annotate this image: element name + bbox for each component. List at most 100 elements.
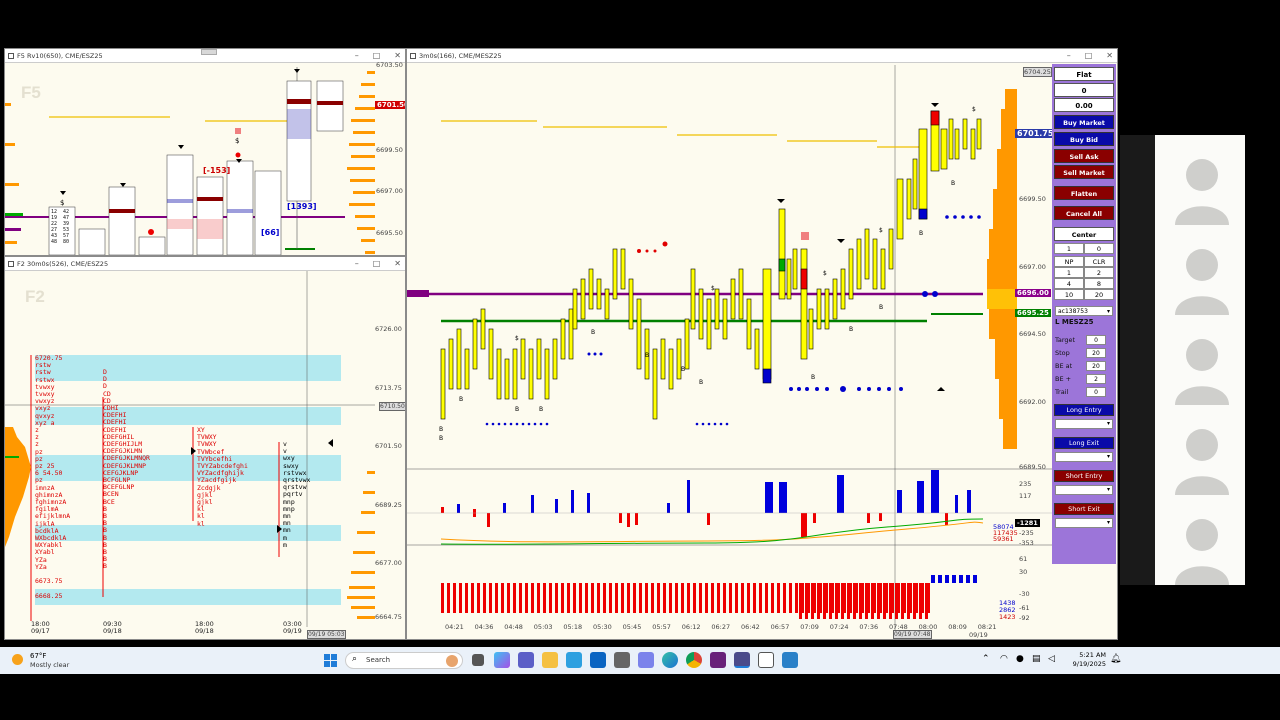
windows-start-icon[interactable]: [324, 654, 337, 667]
qty-8-button[interactable]: 8: [1084, 278, 1114, 289]
order-panel: Flat 0 0.00 Buy Market Buy Bid Sell Ask …: [1052, 64, 1116, 564]
f2-left-profile-shape: [5, 427, 31, 547]
main-time-label: 05:03: [533, 623, 553, 631]
main-time-label: 04:36: [474, 623, 494, 631]
main-chart-window[interactable]: 3m0s(166), CME/MESZ25 – □ ✕ B B B B B B …: [406, 48, 1118, 640]
clock[interactable]: 5:21 AM 9/19/2025: [1062, 651, 1106, 669]
vwap-tag: 6695.25: [1015, 309, 1051, 317]
f2-chart-window[interactable]: F2 30m0s(526), CME/ESZ25 – □ ✕ F2 6720.75 …: [4, 256, 406, 640]
sell-market-button[interactable]: Sell Market: [1054, 165, 1114, 179]
qty-1-button[interactable]: 1: [1054, 267, 1084, 278]
svg-text:B: B: [811, 374, 815, 381]
qty-20-button[interactable]: 20: [1084, 289, 1114, 300]
main-time-label: 07:09: [800, 623, 819, 631]
main-cursor-time: 09/19 07:48: [893, 630, 932, 639]
tray-chevron-icon[interactable]: ⌃: [982, 654, 990, 664]
svg-text:B: B: [699, 379, 703, 386]
lower-blue-bars: [931, 575, 977, 583]
teams-classic-icon[interactable]: [638, 652, 654, 668]
task-view-icon[interactable]: [472, 654, 484, 666]
svg-text:B: B: [515, 406, 519, 413]
long-exit-select[interactable]: ▾: [1055, 452, 1113, 462]
trail-input[interactable]: 0: [1086, 387, 1106, 397]
long-entry-button[interactable]: Long Entry: [1054, 404, 1114, 416]
center-button[interactable]: Center: [1054, 227, 1114, 241]
search-icon: ⌕: [352, 654, 358, 664]
network-icon[interactable]: ▤: [1032, 654, 1041, 664]
target-label: Target: [1055, 336, 1076, 344]
notification-bell-icon[interactable]: 🔔︎: [1110, 654, 1121, 664]
flatten-button[interactable]: Flatten: [1054, 186, 1114, 200]
f5-price-tick-2: 6697.00: [376, 187, 403, 195]
target-input[interactable]: 0: [1086, 335, 1106, 345]
svg-text:B: B: [591, 329, 595, 336]
cancel-all-button[interactable]: Cancel All: [1054, 206, 1114, 220]
wifi-icon[interactable]: ◠: [1000, 654, 1008, 664]
account-select[interactable]: ac138753 ▾: [1055, 306, 1113, 316]
qty-10-button[interactable]: 10: [1054, 289, 1084, 300]
outlook-icon[interactable]: [590, 652, 606, 668]
short-exit-select[interactable]: ▾: [1055, 518, 1113, 528]
main-time-label: 05:45: [622, 623, 642, 631]
lower-tick-1: 30: [1019, 568, 1028, 576]
svg-text:$: $: [60, 199, 64, 207]
buy-market-button[interactable]: Buy Market: [1054, 115, 1114, 129]
chart-app-icon[interactable]: [758, 652, 774, 668]
trading-app-icon[interactable]: [734, 652, 750, 668]
short-entry-button[interactable]: Short Entry: [1054, 470, 1114, 482]
clock-time: 5:21 AM: [1079, 651, 1106, 659]
be-plus-input[interactable]: 2: [1086, 374, 1106, 384]
f2-time-2: 18:00 09/18: [195, 620, 214, 635]
qty-4-button[interactable]: 4: [1054, 278, 1084, 289]
f2-tpo-column-2: XY TVWXY TVWXY TVWbcef TVYbcefhi TVYZabc…: [197, 426, 248, 528]
f2-tpo-column-1: D D D CD CD CDHI CDEFHI CDEFHI CDEFHI CD…: [103, 368, 150, 571]
settings-gear-icon[interactable]: [614, 652, 630, 668]
delta-tag: -1281: [1015, 519, 1040, 527]
sell-ask-button[interactable]: Sell Ask: [1054, 149, 1114, 163]
f5-chart-window[interactable]: F5 Rv10(650), CME/ESZ25 – □ ✕ F5 [-153] …: [4, 48, 406, 256]
edge-icon[interactable]: [662, 652, 678, 668]
svg-text:B: B: [439, 435, 443, 442]
qty-input-a[interactable]: 1: [1054, 243, 1084, 254]
main-price-tick-0: 6699.50: [1019, 195, 1046, 203]
svg-text:B: B: [439, 426, 443, 433]
copilot-icon[interactable]: [494, 652, 510, 668]
stop-input[interactable]: 20: [1086, 348, 1106, 358]
long-entry-select[interactable]: ▾: [1055, 419, 1113, 429]
main-time-label: 05:18: [563, 623, 583, 631]
participant-avatar-icon: [1175, 339, 1229, 405]
qty-input-b[interactable]: 0: [1084, 243, 1114, 254]
short-entry-select[interactable]: ▾: [1055, 485, 1113, 495]
main-time-label: 06:12: [681, 623, 701, 631]
main-time-label: 06:57: [770, 623, 790, 631]
volume-icon[interactable]: ◁: [1048, 654, 1055, 664]
store-icon[interactable]: [566, 652, 582, 668]
delta-tick-1: 117: [1019, 492, 1032, 500]
main-time-label: 06:42: [741, 623, 760, 631]
chrome-icon[interactable]: [686, 652, 702, 668]
search-box[interactable]: ⌕ Search: [345, 652, 463, 669]
main-time-label: 04:48: [504, 623, 523, 631]
f2-cursor-time: 09/19 05:03: [307, 630, 346, 639]
f2-tpo-column-3: v v wxy swxy rstvwx qrstvwx qrstvw pqrtv…: [283, 440, 311, 549]
buy-bid-button[interactable]: Buy Bid: [1054, 132, 1114, 146]
video-participants: [1155, 135, 1245, 585]
participant-avatar-icon: [1175, 519, 1229, 585]
clr-button[interactable]: CLR: [1084, 256, 1114, 267]
main-price-tick-1: 6697.00: [1019, 263, 1046, 271]
visual-studio-icon[interactable]: [710, 652, 726, 668]
symbol-label: L MESZ25: [1055, 318, 1094, 326]
np-button[interactable]: NP: [1054, 256, 1084, 267]
svg-text:[1393]: [1393]: [287, 202, 317, 211]
weather-widget[interactable]: 67°F Mostly clear: [10, 651, 90, 671]
short-exit-button[interactable]: Short Exit: [1054, 503, 1114, 515]
file-explorer-icon[interactable]: [542, 652, 558, 668]
mic-icon[interactable]: ●: [1016, 654, 1024, 664]
tools-app-icon[interactable]: [782, 652, 798, 668]
delta-tick-3: -353: [1019, 539, 1034, 547]
long-exit-button[interactable]: Long Exit: [1054, 437, 1114, 449]
qty-2-button[interactable]: 2: [1084, 267, 1114, 278]
be-at-input[interactable]: 20: [1086, 361, 1106, 371]
teams-icon[interactable]: [518, 652, 534, 668]
svg-text:$: $: [711, 285, 715, 292]
